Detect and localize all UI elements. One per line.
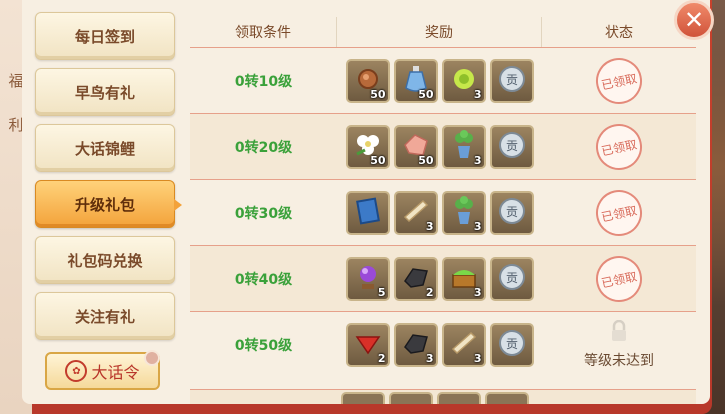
reward-item[interactable]: 贡 [489, 124, 534, 169]
header-status: 状态 [605, 25, 633, 41]
reward-count: 3 [473, 87, 482, 101]
reward-item-partial [389, 392, 433, 404]
svg-text:贡: 贡 [505, 139, 517, 153]
table-header: 领取条件 奖励 状态 [190, 17, 696, 47]
notification-dot [144, 350, 160, 366]
reward-count: 3 [473, 153, 482, 167]
silver-token-icon: 贡 [497, 64, 527, 98]
reward-item[interactable]: 5 [345, 256, 390, 301]
rewards-cell: 2 3 3 贡 [337, 312, 542, 377]
reward-item[interactable]: 3 [441, 322, 486, 367]
close-button[interactable]: ✕ [674, 0, 714, 40]
reward-item[interactable]: 3 [393, 322, 438, 367]
menu-item-koi[interactable]: 大话锦鲤 [35, 124, 175, 172]
status-cell: 已领取 [542, 180, 696, 245]
reward-item[interactable]: 50 [393, 124, 438, 169]
reward-item[interactable]: 贡 [489, 190, 534, 235]
reward-item-partial [485, 392, 529, 404]
blue-book-icon [353, 196, 383, 230]
menu-item-early-bird[interactable]: 早鸟有礼 [35, 68, 175, 116]
close-icon: ✕ [683, 6, 705, 34]
table-row: 0转10级 50 50 3 贡 已领取 [190, 47, 696, 113]
header-rewards: 奖励 [337, 17, 542, 47]
status-cell: 已领取 [542, 246, 696, 311]
svg-text:贡: 贡 [505, 73, 517, 87]
status-text: 等级未达到 [584, 352, 654, 369]
condition-cell: 0转30级 [234, 205, 293, 222]
table-row: 0转50级 2 3 3 贡等级未达到 [190, 311, 696, 377]
dahua-token-button[interactable]: ✿ 大话令 [45, 352, 160, 390]
reward-item[interactable]: 贡 [489, 256, 534, 301]
rewards-cell: 50 50 3 贡 [337, 48, 542, 113]
reward-count: 50 [370, 153, 386, 167]
reward-count: 3 [473, 285, 482, 299]
silver-token-icon: 贡 [497, 130, 527, 164]
menu-item-level-gift[interactable]: 升级礼包 [35, 180, 182, 228]
condition-cell: 0转50级 [234, 337, 293, 354]
condition-cell: 0转40级 [234, 271, 293, 288]
table-row: 0转40级 5 2 3 贡 已领取 [190, 245, 696, 311]
reward-count: 2 [377, 351, 386, 365]
status-cell: 已领取 [542, 114, 696, 179]
menu-item-label: 升级礼包 [74, 195, 135, 214]
menu-item-label: 关注有礼 [74, 307, 135, 326]
reward-item[interactable]: 2 [345, 322, 390, 367]
reward-item[interactable]: 3 [441, 58, 486, 103]
reward-count: 50 [418, 87, 434, 101]
claimed-stamp: 已领取 [591, 53, 647, 108]
menu-item-follow-gift[interactable]: 关注有礼 [35, 292, 175, 340]
reward-item[interactable]: 50 [393, 58, 438, 103]
reward-count: 3 [425, 219, 434, 233]
rewards-cell: 5 2 3 贡 [337, 246, 542, 311]
menu-item-label: 早鸟有礼 [74, 83, 135, 102]
level-gift-table: 领取条件 奖励 状态 0转10级 50 50 3 贡已领取 0转20级 50 50 3 贡已领取 0… [190, 17, 696, 404]
status-cell: 已领取 [542, 48, 696, 113]
silver-token-icon: 贡 [497, 196, 527, 230]
svg-text:贡: 贡 [505, 205, 517, 219]
menu-item-label: 大话锦鲤 [74, 139, 135, 158]
reward-count: 50 [370, 87, 386, 101]
reward-count: 50 [418, 153, 434, 167]
reward-item-partial [437, 392, 481, 404]
reward-item[interactable]: 50 [345, 58, 390, 103]
reward-count: 3 [473, 219, 482, 233]
reward-count: 3 [473, 351, 482, 365]
reward-count: 5 [377, 285, 386, 299]
header-condition: 领取条件 [190, 17, 337, 47]
condition-cell: 0转20级 [234, 139, 293, 156]
silver-token-icon: 贡 [497, 328, 527, 362]
menu-item-label: 每日签到 [74, 27, 135, 46]
rewards-cell: 50 50 3 贡 [337, 114, 542, 179]
silver-token-icon: 贡 [497, 262, 527, 296]
status-cell: 等级未达到 [542, 312, 696, 377]
reward-count: 3 [425, 351, 434, 365]
reward-item[interactable] [345, 190, 390, 235]
emblem-icon: ✿ [65, 360, 88, 382]
condition-cell: 0转10级 [234, 73, 293, 90]
lock-icon [610, 319, 628, 346]
claimed-stamp: 已领取 [591, 185, 647, 240]
menu-item-label: 礼包码兑换 [67, 251, 143, 270]
reward-count: 2 [425, 285, 434, 299]
dahua-token-label: 大话令 [91, 363, 140, 382]
svg-text:贡: 贡 [505, 337, 517, 351]
reward-item-partial [341, 392, 385, 404]
claimed-stamp: 已领取 [591, 119, 647, 174]
menu-item-gift-code[interactable]: 礼包码兑换 [35, 236, 175, 284]
reward-item[interactable]: 50 [345, 124, 390, 169]
reward-item[interactable]: 3 [441, 190, 486, 235]
menu-item-daily-signin[interactable]: 每日签到 [35, 12, 175, 60]
rewards-cell: 3 3 贡 [337, 180, 542, 245]
reward-item[interactable]: 贡 [489, 322, 534, 367]
reward-item[interactable]: 3 [393, 190, 438, 235]
table-row: 0转20级 50 50 3 贡 已领取 [190, 113, 696, 179]
reward-item[interactable]: 贡 [489, 58, 534, 103]
reward-item[interactable]: 3 [441, 256, 486, 301]
claimed-stamp: 已领取 [591, 251, 647, 306]
reward-item[interactable]: 3 [441, 124, 486, 169]
table-row: 0转30级 3 3 贡 已领取 [190, 179, 696, 245]
reward-item[interactable]: 2 [393, 256, 438, 301]
svg-text:贡: 贡 [505, 271, 517, 285]
